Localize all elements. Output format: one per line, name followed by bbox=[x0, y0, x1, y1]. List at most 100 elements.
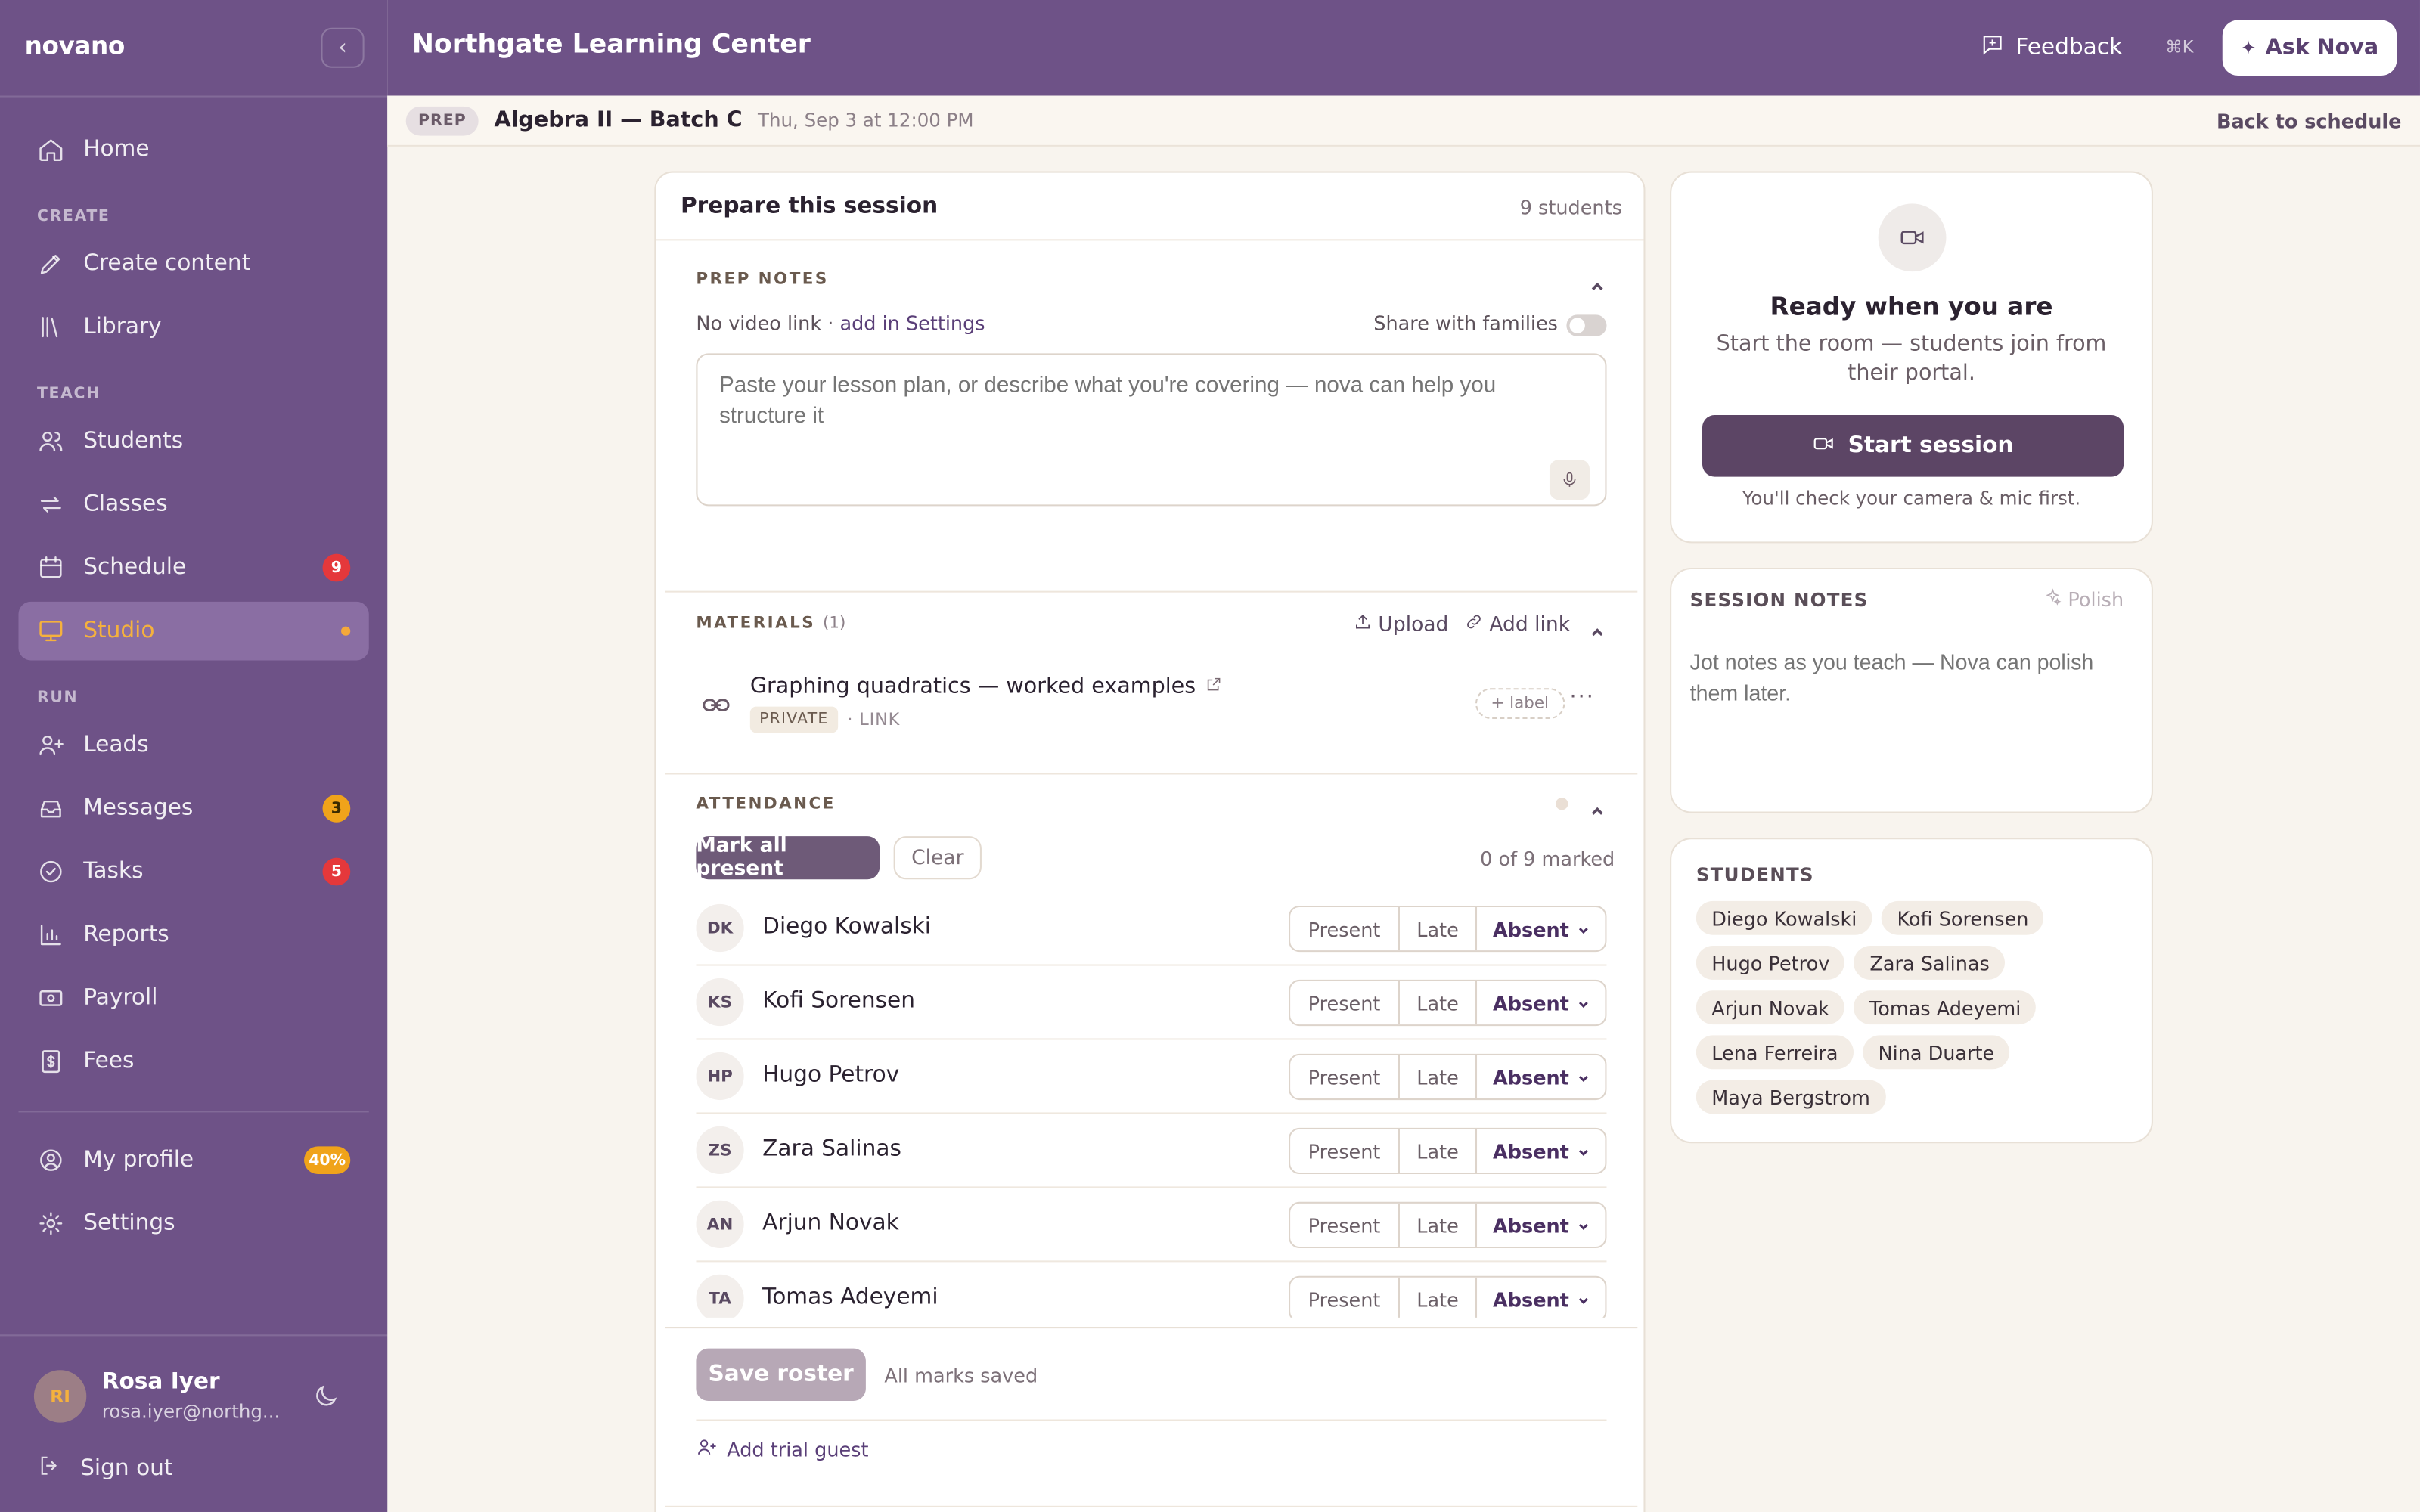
sidebar-item-label: Leads bbox=[83, 733, 149, 758]
ask-nova-button[interactable]: ✦ Ask Nova bbox=[2222, 20, 2397, 76]
user-block: RI Rosa Iyer rosa.iyer@northg... Sign ou… bbox=[0, 1334, 388, 1512]
materials-count: (1) bbox=[823, 614, 846, 633]
start-session-button[interactable]: Start session bbox=[1702, 414, 2124, 477]
collapse-attendance-button[interactable] bbox=[1590, 796, 1605, 815]
add-label-button[interactable]: + label bbox=[1475, 688, 1565, 720]
present-button[interactable]: Present bbox=[1290, 1277, 1401, 1318]
bar-chart-icon bbox=[37, 921, 65, 949]
ask-nova-label: Ask Nova bbox=[2265, 35, 2379, 60]
session-title: Algebra II — Batch C bbox=[494, 107, 743, 133]
share-families-toggle[interactable] bbox=[1566, 314, 1607, 336]
present-button[interactable]: Present bbox=[1290, 906, 1401, 951]
absent-button[interactable]: Absent bbox=[1477, 1129, 1605, 1173]
late-button[interactable]: Late bbox=[1400, 1055, 1478, 1099]
session-notes-input[interactable] bbox=[1689, 646, 2136, 785]
absent-button[interactable]: Absent bbox=[1477, 981, 1605, 1024]
sidebar-item-create-content[interactable]: Create content bbox=[18, 234, 368, 293]
brand-logo[interactable]: novano bbox=[25, 31, 126, 60]
more-options-button[interactable]: ··· bbox=[1569, 685, 1594, 710]
late-button[interactable]: Late bbox=[1400, 1203, 1478, 1247]
material-item-title[interactable]: Graphing quadratics — worked examples bbox=[750, 674, 1222, 699]
absent-button[interactable]: Absent bbox=[1477, 1204, 1605, 1247]
schedule-badge: 9 bbox=[322, 553, 351, 582]
student-chip[interactable]: Tomas Adeyemi bbox=[1854, 990, 2037, 1025]
sidebar-item-home[interactable]: Home bbox=[18, 120, 368, 179]
mic-icon bbox=[1560, 465, 1578, 494]
user-circle-icon bbox=[37, 1146, 65, 1174]
chevron-up-icon bbox=[1590, 617, 1605, 646]
sidebar-item-reports[interactable]: Reports bbox=[18, 906, 368, 965]
avatar[interactable]: RI bbox=[33, 1370, 87, 1423]
inbox-icon bbox=[37, 795, 65, 823]
sidebar-item-settings[interactable]: Settings bbox=[18, 1194, 368, 1253]
sidebar-item-leads[interactable]: Leads bbox=[18, 716, 368, 775]
student-chip[interactable]: Hugo Petrov bbox=[1696, 946, 1845, 980]
prepare-session-card: Prepare this session 9 students PREP NOT… bbox=[654, 171, 1646, 1512]
absent-label: Absent bbox=[1493, 1065, 1569, 1089]
late-button[interactable]: Late bbox=[1400, 1129, 1478, 1173]
student-chip[interactable]: Diego Kowalski bbox=[1696, 900, 1872, 935]
student-chip[interactable]: Lena Ferreira bbox=[1696, 1035, 1854, 1070]
student-chip[interactable]: Kofi Sorensen bbox=[1882, 900, 2044, 935]
clear-button[interactable]: Clear bbox=[893, 836, 982, 880]
present-button[interactable]: Present bbox=[1290, 981, 1401, 1025]
upload-button[interactable]: Upload bbox=[1354, 612, 1448, 637]
session-notes-card: SESSION NOTES Polish bbox=[1670, 568, 2153, 813]
dictate-button[interactable] bbox=[1549, 460, 1590, 500]
student-chip[interactable]: Maya Bergstrom bbox=[1696, 1080, 1886, 1114]
save-roster-button[interactable]: Save roster bbox=[696, 1348, 866, 1402]
polish-button[interactable]: Polish bbox=[2043, 588, 2124, 611]
absent-button[interactable]: Absent bbox=[1477, 1055, 1605, 1098]
sidebar-item-fees[interactable]: Fees bbox=[18, 1032, 368, 1091]
theme-toggle[interactable] bbox=[312, 1383, 340, 1411]
sidebar-item-studio[interactable]: Studio bbox=[18, 601, 369, 661]
section-teach-label: TEACH bbox=[36, 386, 101, 403]
present-button[interactable]: Present bbox=[1290, 1203, 1401, 1247]
student-chip[interactable]: Zara Salinas bbox=[1854, 946, 2006, 980]
collapse-materials-button[interactable] bbox=[1590, 617, 1605, 637]
collapse-sidebar-button[interactable]: ‹ bbox=[321, 27, 365, 68]
sidebar-item-classes[interactable]: Classes bbox=[18, 476, 368, 534]
materials-title: MATERIALS bbox=[696, 614, 816, 633]
sidebar-item-payroll[interactable]: Payroll bbox=[18, 969, 368, 1028]
student-chip[interactable]: Arjun Novak bbox=[1696, 990, 1845, 1025]
sidebar-item-students[interactable]: Students bbox=[18, 412, 368, 471]
sidebar-item-schedule[interactable]: Schedule 9 bbox=[18, 538, 368, 597]
present-button[interactable]: Present bbox=[1290, 1129, 1401, 1173]
section-divider bbox=[665, 773, 1638, 775]
add-link-label: Add link bbox=[1489, 613, 1571, 637]
sidebar-divider bbox=[0, 95, 388, 98]
session-breadcrumb-bar: PREP Algebra II — Batch C Thu, Sep 3 at … bbox=[387, 95, 2420, 147]
back-to-schedule-link[interactable]: Back to schedule bbox=[2217, 109, 2401, 132]
sign-out-button[interactable]: Sign out bbox=[37, 1453, 173, 1484]
student-name: Tomas Adeyemi bbox=[762, 1284, 939, 1310]
sidebar-item-tasks[interactable]: Tasks 5 bbox=[18, 842, 368, 901]
add-link-button[interactable]: Add link bbox=[1465, 612, 1570, 637]
student-name: Hugo Petrov bbox=[762, 1063, 900, 1088]
card-title: Prepare this session bbox=[680, 194, 939, 219]
user-plus-icon bbox=[696, 1436, 727, 1463]
add-trial-guest-button[interactable]: Add trial guest bbox=[696, 1436, 868, 1463]
chevron-down-icon bbox=[1569, 1287, 1590, 1311]
sidebar-item-my-profile[interactable]: My profile 40% bbox=[18, 1131, 368, 1190]
absent-label: Absent bbox=[1493, 1213, 1569, 1237]
feedback-button[interactable]: Feedback bbox=[1980, 33, 2122, 64]
late-button[interactable]: Late bbox=[1400, 981, 1478, 1025]
add-in-settings-link[interactable]: add in Settings bbox=[839, 311, 985, 335]
student-chip[interactable]: Nina Duarte bbox=[1863, 1035, 2010, 1070]
students-label: STUDENTS bbox=[1696, 863, 1814, 886]
sidebar-item-messages[interactable]: Messages 3 bbox=[18, 779, 368, 838]
present-button[interactable]: Present bbox=[1290, 1055, 1401, 1099]
late-button[interactable]: Late bbox=[1400, 1277, 1478, 1318]
avatar: TA bbox=[696, 1274, 744, 1318]
sidebar-item-label: Library bbox=[83, 314, 162, 339]
collapse-prep-notes-button[interactable] bbox=[1590, 271, 1605, 290]
mark-all-present-button[interactable]: Mark all present bbox=[696, 835, 880, 881]
sidebar-item-library[interactable]: Library bbox=[18, 298, 368, 357]
absent-button[interactable]: Absent bbox=[1477, 907, 1605, 950]
prep-notes-input[interactable] bbox=[696, 353, 1607, 507]
attendance-list: DK Diego Kowalski Present Late Absent KS Kofi … bbox=[696, 892, 1607, 1318]
late-button[interactable]: Late bbox=[1400, 906, 1478, 951]
absent-button[interactable]: Absent bbox=[1477, 1278, 1605, 1318]
users-icon bbox=[37, 427, 65, 455]
